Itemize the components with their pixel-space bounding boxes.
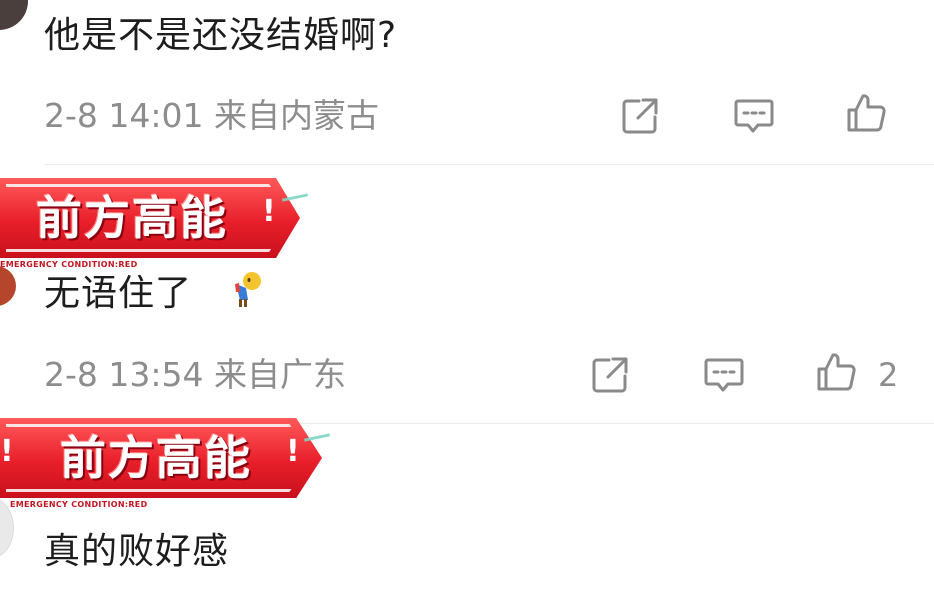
comment-text: 无语住了 bbox=[44, 272, 192, 316]
thumbs-up-icon[interactable] bbox=[845, 92, 887, 134]
badge-subtitle: EMERGENCY CONDITION:RED bbox=[0, 260, 138, 269]
comment-icon[interactable] bbox=[733, 95, 775, 137]
comment-location: 来自广东 bbox=[214, 355, 346, 394]
badge-sticker: ! 前方高能 ! EMERGENCY CONDITION:RED bbox=[0, 418, 332, 514]
badge-title: 前方高能 bbox=[60, 431, 252, 485]
badge-subtitle: EMERGENCY CONDITION:RED bbox=[10, 500, 148, 509]
like-count: 2 bbox=[878, 356, 899, 394]
person-bowing-emoji bbox=[230, 270, 264, 308]
badge-sticker: 前方高能 ! EMERGENCY CONDITION:RED bbox=[0, 178, 310, 274]
comment-text: 他是不是还没结婚啊? bbox=[44, 15, 398, 56]
badge-title: 前方高能 bbox=[36, 191, 228, 245]
comment-meta: 2-8 13:54 来自广东 bbox=[44, 355, 346, 395]
badge-mark-left: ! bbox=[0, 434, 14, 469]
comment-time: 2-8 13:54 bbox=[44, 355, 204, 394]
divider bbox=[44, 164, 934, 165]
thumbs-up-icon[interactable] bbox=[815, 351, 857, 393]
comment-time: 2-8 14:01 bbox=[44, 96, 204, 135]
comment-meta: 2-8 14:01 来自内蒙古 bbox=[44, 96, 379, 136]
badge-mark: ! bbox=[286, 434, 300, 469]
comment-icon[interactable] bbox=[703, 354, 745, 396]
share-icon[interactable] bbox=[589, 354, 631, 396]
comment-text-body: 无语住了 bbox=[44, 273, 193, 314]
avatar[interactable] bbox=[0, 0, 28, 30]
badge-mark: ! bbox=[262, 194, 276, 229]
share-icon[interactable] bbox=[619, 95, 661, 137]
comment-location: 来自内蒙古 bbox=[214, 96, 379, 135]
comment-text: 真的败好感 bbox=[44, 531, 230, 572]
